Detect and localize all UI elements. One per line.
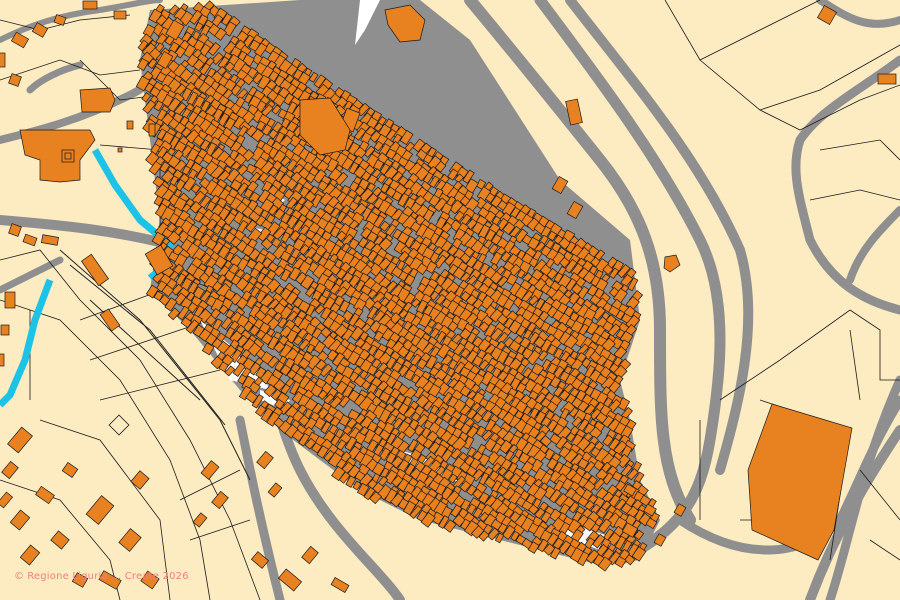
- building[interactable]: [0, 324, 10, 336]
- building[interactable]: [148, 123, 156, 137]
- building[interactable]: [117, 147, 123, 153]
- copyright-icon: ©: [14, 571, 25, 582]
- building[interactable]: [126, 120, 134, 130]
- building[interactable]: [0, 52, 6, 68]
- villa-building[interactable]: [79, 87, 116, 113]
- map-attribution: © Regione Liguria ... Create 2026: [14, 571, 189, 582]
- building[interactable]: [113, 10, 127, 20]
- building[interactable]: [0, 353, 5, 367]
- building[interactable]: [82, 0, 98, 10]
- map-canvas[interactable]: © Regione Liguria ... Create 2026: [0, 0, 900, 600]
- building[interactable]: [4, 291, 16, 309]
- attribution-text: Regione Liguria ... Create 2026: [27, 571, 189, 582]
